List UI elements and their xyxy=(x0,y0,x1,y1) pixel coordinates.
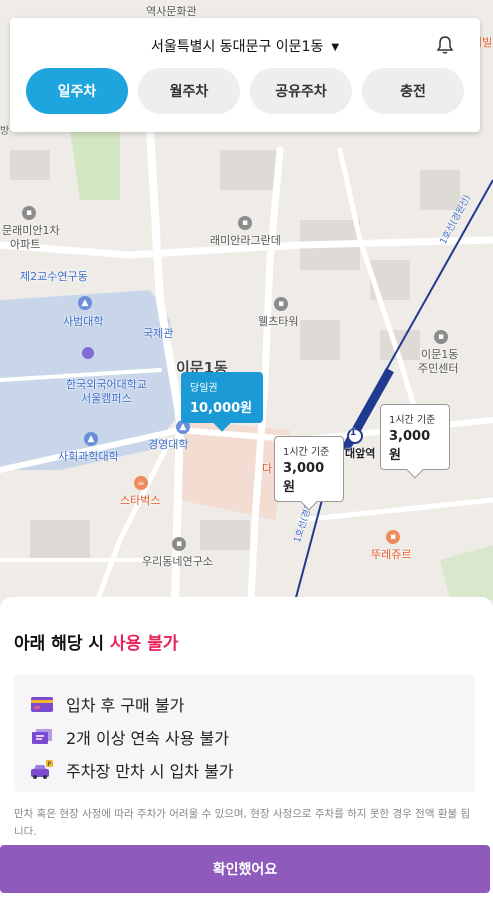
condition-item: P 주차장 만차 시 입차 불가 xyxy=(30,753,459,786)
chevron-down-icon: ▼ xyxy=(331,42,340,53)
price-tag-label: 1시간 기준 xyxy=(283,447,330,458)
map-label-da: 다 xyxy=(262,462,273,475)
conditions-box: 입차 후 구매 불가 2개 이상 연속 사용 불가 P 주차장 만차 시 입차 … xyxy=(14,675,475,792)
current-location-icon xyxy=(82,347,94,359)
condition-item: 2개 이상 연속 사용 불가 xyxy=(30,720,459,753)
map-label-community2: 주민센터 xyxy=(418,362,459,375)
map-label-bang: 방 xyxy=(0,126,10,137)
parking-type-tabs: 일주차 월주차 공유주차 충전 xyxy=(26,68,464,114)
map-label-campus2: 서울캠퍼스 xyxy=(81,392,132,405)
ticket-icon xyxy=(32,728,52,744)
top-card: 서울특별시 동대문구 이문1동 ▼ 일주차 월주차 공유주차 충전 xyxy=(10,18,480,132)
price-tag-label: 당일권 xyxy=(190,383,218,394)
price-tag-hourly[interactable]: 1시간 기준 3,000원 xyxy=(274,436,344,511)
map-label-starbucks: 스타벅스 xyxy=(120,494,161,507)
location-label: 서울특별시 동대문구 이문1동 xyxy=(150,39,324,55)
condition-item: 입차 후 구매 불가 xyxy=(30,687,459,720)
poi-uri-icon: ▪ xyxy=(172,537,186,551)
sheet-title-prefix: 아래 해당 시 xyxy=(14,634,110,654)
tab-monthly[interactable]: 월주차 xyxy=(138,68,240,114)
poi-starbucks-icon: ☕ xyxy=(134,476,148,490)
notice-text: 만차 혹은 현장 사정에 따라 주차가 어려울 수 있으며, 현장 사정으로 주… xyxy=(14,808,471,835)
poi-ramian-icon: ▪ xyxy=(238,216,252,230)
map-label-station: 대앞역 xyxy=(345,447,376,460)
poi-welch-icon: ▪ xyxy=(274,297,288,311)
tab-charging[interactable]: 충전 xyxy=(362,68,464,114)
car-parking-icon: P xyxy=(31,759,53,779)
map-label-uri: 우리동네연구소 xyxy=(142,555,213,568)
map-label-social: 사회과학대학 xyxy=(58,450,119,463)
tab-shared[interactable]: 공유주차 xyxy=(250,68,352,114)
poi-social-icon: ▲ xyxy=(84,432,98,446)
condition-text: 2개 이상 연속 사용 불가 xyxy=(66,728,230,748)
poi-apt-icon: ▪ xyxy=(22,206,36,220)
tab-daily[interactable]: 일주차 xyxy=(26,68,128,114)
map-label-welch: 웰츠타워 xyxy=(258,315,299,328)
poi-tours-icon: ▪ xyxy=(386,530,400,544)
price-tag-label: 1시간 기준 xyxy=(389,415,436,426)
condition-text: 주차장 만차 시 입차 불가 xyxy=(66,761,234,781)
map-label-sabum: 사범대학 xyxy=(63,315,104,328)
poi-community-icon: ▪ xyxy=(434,330,448,344)
location-selector[interactable]: 서울특별시 동대문구 이문1동 ▼ xyxy=(10,36,480,56)
sheet-title-highlight: 사용 불가 xyxy=(109,634,179,654)
bell-icon[interactable] xyxy=(436,35,454,55)
price-tag-price: 3,000원 xyxy=(283,461,325,495)
station-number: 1 xyxy=(350,428,357,438)
sheet-title: 아래 해당 시 사용 불가 xyxy=(14,629,178,654)
map-label-building2: 제2교수연구동 xyxy=(20,270,88,283)
map-label-apt-line2: 아파트 xyxy=(10,238,41,251)
condition-text: 입차 후 구매 불가 xyxy=(66,695,185,715)
poi-sabum-icon: ▲ xyxy=(78,296,92,310)
price-tag-daily[interactable]: 당일권 10,000원 xyxy=(181,372,263,432)
map-label-gyeongyoung: 경영대학 xyxy=(148,438,189,451)
price-tag-price: 10,000원 xyxy=(190,401,253,416)
price-tag-hourly[interactable]: 1시간 기준 3,000원 xyxy=(380,404,450,479)
confirm-button[interactable]: 확인했어요 xyxy=(0,845,490,893)
map-label-museum: 역사문화관 xyxy=(146,5,197,18)
svg-text:P: P xyxy=(48,761,52,768)
price-tag-price: 3,000원 xyxy=(389,429,431,463)
map-label-tours: 뚜레쥬르 xyxy=(371,548,412,561)
card-icon xyxy=(31,696,53,712)
map-label-ramian: 래미안라그란데 xyxy=(210,234,281,247)
map-label-gukje: 국제관 xyxy=(143,327,174,340)
bottom-sheet: 아래 해당 시 사용 불가 입차 후 구매 불가 2개 이상 연속 사용 불가 xyxy=(0,597,493,908)
